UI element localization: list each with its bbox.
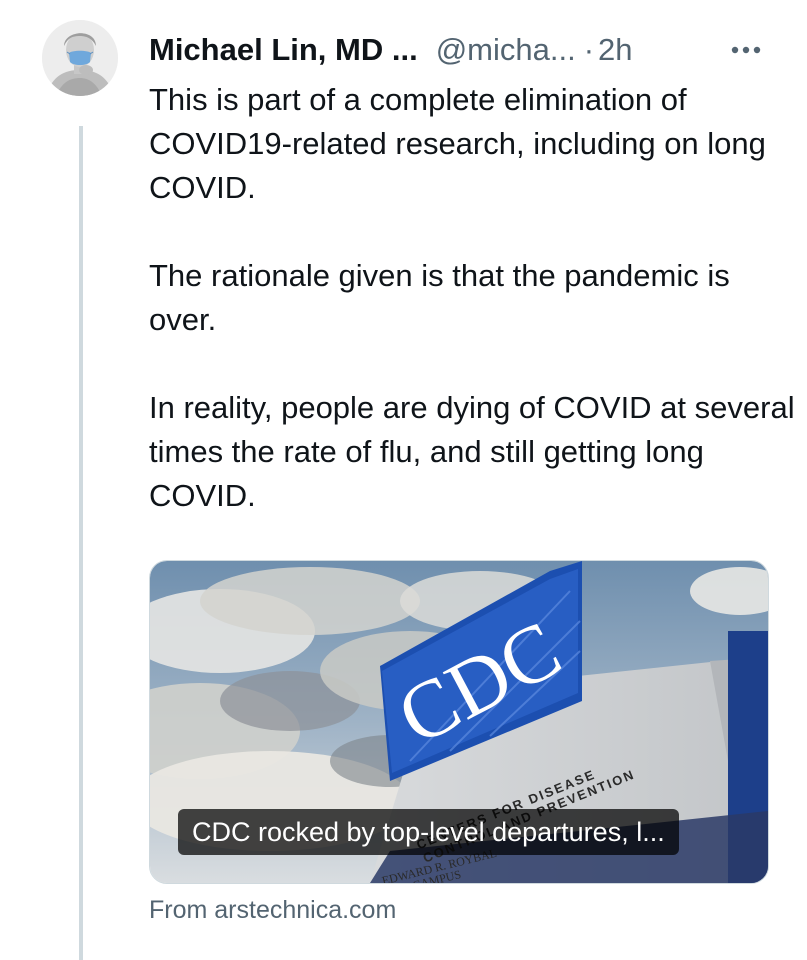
- statue-with-mask-avatar-icon: [42, 20, 118, 96]
- card-source[interactable]: From arstechnica.com: [149, 890, 396, 930]
- author-handle[interactable]: @micha...: [436, 28, 576, 72]
- header-separator: ·: [583, 32, 595, 67]
- tweet-paragraph: The rationale given is that the pandemic…: [149, 258, 730, 337]
- link-preview-card[interactable]: CDC CENTERS FOR DISEASE CONTROL AND PREV…: [149, 560, 769, 884]
- tweet-text: This is part of a complete elimination o…: [149, 78, 799, 518]
- more-options-icon: [731, 46, 761, 54]
- tweet-header: Michael Lin, MD ... @micha... · 2h: [149, 28, 633, 72]
- author-avatar[interactable]: [42, 20, 118, 96]
- card-title[interactable]: CDC rocked by top-level departures, l...: [178, 809, 679, 855]
- tweet-paragraph: This is part of a complete elimination o…: [149, 82, 766, 205]
- more-options-button[interactable]: [724, 28, 768, 72]
- author-name[interactable]: Michael Lin, MD ...: [149, 28, 418, 72]
- tweet-timestamp[interactable]: 2h: [598, 28, 632, 72]
- tweet-paragraph: In reality, people are dying of COVID at…: [149, 390, 795, 513]
- thread-line: [79, 126, 83, 960]
